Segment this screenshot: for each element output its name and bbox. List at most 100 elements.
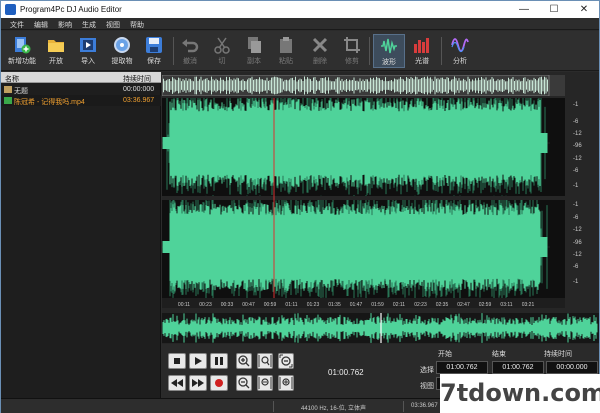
zoom-in-horizontal-button[interactable] bbox=[278, 375, 294, 391]
menu-effects[interactable]: 影响 bbox=[58, 20, 72, 30]
undo-button[interactable]: 撤消 bbox=[175, 34, 205, 68]
menu-help[interactable]: 帮助 bbox=[130, 20, 144, 30]
file-name: 陈冠希 - 记得我吗.mp4 bbox=[14, 99, 85, 106]
file-row-song[interactable]: 陈冠希 - 记得我吗.mp4 03:36.967 bbox=[1, 95, 161, 106]
select-row-label: 选择 bbox=[420, 367, 434, 374]
cut-button[interactable]: 切 bbox=[207, 34, 237, 68]
waveform-button[interactable]: 波形 bbox=[373, 34, 405, 68]
spectrum-label: 光谱 bbox=[415, 58, 429, 65]
rewind-button[interactable] bbox=[168, 375, 186, 391]
file-duration: 03:36.967 bbox=[123, 97, 155, 104]
new-button[interactable]: 新增功能 bbox=[5, 34, 39, 68]
spectrum-button[interactable]: 光谱 bbox=[407, 34, 437, 68]
navigator-waveform[interactable] bbox=[162, 313, 599, 343]
col-duration-header[interactable]: 持续时间 bbox=[123, 74, 151, 84]
menu-file[interactable]: 文件 bbox=[10, 20, 24, 30]
time-tick-label: 02:35 bbox=[436, 302, 449, 308]
select-duration-field[interactable]: 00:00.000 bbox=[546, 361, 598, 374]
open-button[interactable]: 开放 bbox=[41, 34, 71, 68]
waveform-icon bbox=[381, 38, 397, 54]
play-icon bbox=[195, 357, 202, 365]
db-tick-label: -1 bbox=[573, 279, 579, 285]
time-ruler: 00:11 00:23 00:33 00:47 00:59 01:11 01:23 01:35… bbox=[162, 298, 565, 308]
play-button[interactable] bbox=[189, 353, 207, 369]
delete-icon bbox=[312, 37, 328, 53]
import-button[interactable]: 导入 bbox=[73, 34, 103, 68]
app-icon bbox=[5, 4, 16, 15]
select-start-field[interactable]: 01:00.762 bbox=[436, 361, 488, 374]
paste-label: 粘贴 bbox=[279, 58, 293, 65]
save-label: 保存 bbox=[147, 58, 161, 65]
zoom-out-horizontal-button[interactable] bbox=[257, 375, 273, 391]
copy-label: 副本 bbox=[247, 58, 261, 65]
undo-icon bbox=[182, 39, 199, 53]
toolbar-separator bbox=[369, 37, 370, 65]
minimize-button[interactable]: — bbox=[509, 1, 539, 18]
menu-edit[interactable]: 编辑 bbox=[34, 20, 48, 30]
db-tick-label: -12 bbox=[573, 252, 582, 258]
time-tick-label: 02:59 bbox=[479, 302, 492, 308]
db-tick-label: -1 bbox=[573, 102, 579, 108]
db-tick-label: -12 bbox=[573, 227, 582, 233]
new-label: 新增功能 bbox=[8, 58, 36, 65]
record-button[interactable] bbox=[210, 375, 228, 391]
time-tick-label: 01:35 bbox=[328, 302, 341, 308]
extract-button[interactable]: 提取物 bbox=[105, 34, 139, 68]
save-button[interactable]: 保存 bbox=[139, 34, 169, 68]
menu-view[interactable]: 视图 bbox=[106, 20, 120, 30]
zoom-in-horizontal-icon bbox=[279, 377, 293, 389]
db-tick-label: -96 bbox=[573, 240, 582, 246]
title-bar: Program4Pc DJ Audio Editor — ☐ ✕ bbox=[1, 1, 599, 18]
time-tick-label: 00:23 bbox=[199, 302, 212, 308]
trim-button[interactable]: 修剪 bbox=[337, 34, 367, 68]
fast-forward-button[interactable] bbox=[189, 375, 207, 391]
db-tick-label: -6 bbox=[573, 168, 579, 174]
fast-forward-icon bbox=[192, 379, 204, 387]
pause-button[interactable] bbox=[210, 353, 228, 369]
overview-waveform[interactable] bbox=[162, 75, 565, 96]
add-document-icon bbox=[15, 37, 31, 54]
stop-icon bbox=[174, 358, 180, 364]
time-tick-label: 00:47 bbox=[242, 302, 255, 308]
stop-button[interactable] bbox=[168, 353, 186, 369]
delete-button[interactable]: 删除 bbox=[305, 34, 335, 68]
col-name-header[interactable]: 名称 bbox=[5, 74, 19, 84]
app-window: Program4Pc DJ Audio Editor — ☐ ✕ 文件 编辑 影… bbox=[0, 0, 600, 413]
toolbar: 新增功能 开放 导入 提取物 保存 撤消 切 副本 粘贴 删除 修剪 波形 光谱… bbox=[1, 31, 599, 71]
close-button[interactable]: ✕ bbox=[569, 1, 599, 18]
db-ruler: -1 -6 -12 -96 -12 -6 -1 -1 -6 -12 -96 -12 -6 -1 bbox=[565, 72, 599, 304]
main-waveform[interactable] bbox=[162, 98, 565, 304]
maximize-button[interactable]: ☐ bbox=[539, 1, 569, 18]
time-tick-label: 03:11 bbox=[500, 302, 512, 308]
db-tick-label: -6 bbox=[573, 215, 579, 221]
analysis-icon bbox=[451, 38, 469, 53]
zoom-in-icon bbox=[238, 355, 250, 367]
rewind-icon bbox=[171, 379, 183, 387]
open-label: 开放 bbox=[49, 58, 63, 65]
menu-generate[interactable]: 生成 bbox=[82, 20, 96, 30]
undo-label: 撤消 bbox=[183, 58, 197, 65]
paste-button[interactable]: 粘贴 bbox=[271, 34, 301, 68]
view-row-label: 视图 bbox=[420, 383, 434, 390]
zoom-selection-button[interactable] bbox=[257, 353, 273, 369]
select-end-field[interactable]: 01:00.762 bbox=[492, 361, 544, 374]
crop-icon bbox=[344, 37, 360, 53]
spectrum-icon bbox=[414, 38, 429, 53]
time-tick-label: 02:23 bbox=[414, 302, 427, 308]
analysis-button[interactable]: 分析 bbox=[445, 34, 475, 68]
pause-icon bbox=[215, 357, 223, 365]
file-row-untitled[interactable]: 无题 00:00:000 bbox=[1, 84, 161, 95]
time-tick-label: 02:47 bbox=[457, 302, 470, 308]
zoom-in-button[interactable] bbox=[236, 353, 252, 369]
db-tick-label: -12 bbox=[573, 131, 582, 137]
copy-button[interactable]: 副本 bbox=[239, 34, 269, 68]
paste-icon bbox=[280, 37, 292, 53]
audio-format: 44100 Hz, 16-位, 立体声 bbox=[301, 406, 367, 412]
zoom-out-button[interactable] bbox=[236, 375, 252, 391]
duration-header: 持续时间 bbox=[544, 351, 572, 358]
import-label: 导入 bbox=[81, 58, 95, 65]
zoom-fit-button[interactable] bbox=[278, 353, 294, 369]
menu-bar: 文件 编辑 影响 生成 视图 帮助 bbox=[1, 18, 599, 30]
time-tick-label: 00:33 bbox=[221, 302, 234, 308]
db-tick-label: -1 bbox=[573, 183, 579, 189]
